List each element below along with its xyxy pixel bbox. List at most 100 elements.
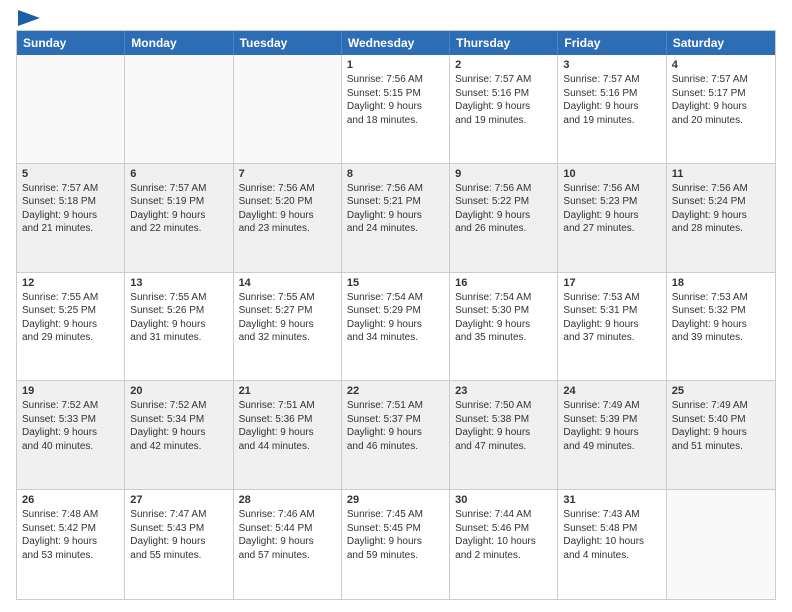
day-cell-20: 20Sunrise: 7:52 AMSunset: 5:34 PMDayligh… — [125, 381, 233, 489]
cell-info-line: Sunrise: 7:48 AM — [22, 508, 119, 522]
day-number: 27 — [130, 494, 227, 506]
cell-info-line: Daylight: 9 hours — [672, 426, 770, 440]
calendar: SundayMondayTuesdayWednesdayThursdayFrid… — [16, 30, 776, 600]
cell-info-line: and 42 minutes. — [130, 440, 227, 454]
cell-info-line: Sunset: 5:29 PM — [347, 304, 444, 318]
header — [16, 12, 776, 22]
day-number: 21 — [239, 385, 336, 397]
day-cell-26: 26Sunrise: 7:48 AMSunset: 5:42 PMDayligh… — [17, 490, 125, 599]
cell-info-line: Sunrise: 7:52 AM — [130, 399, 227, 413]
cell-info-line: Sunrise: 7:55 AM — [22, 291, 119, 305]
day-cell-31: 31Sunrise: 7:43 AMSunset: 5:48 PMDayligh… — [558, 490, 666, 599]
cell-info-line: and 19 minutes. — [563, 114, 660, 128]
day-cell-11: 11Sunrise: 7:56 AMSunset: 5:24 PMDayligh… — [667, 164, 775, 272]
day-cell-15: 15Sunrise: 7:54 AMSunset: 5:29 PMDayligh… — [342, 273, 450, 381]
day-cell-14: 14Sunrise: 7:55 AMSunset: 5:27 PMDayligh… — [234, 273, 342, 381]
cell-info-line: and 29 minutes. — [22, 331, 119, 345]
cell-info-line: Sunset: 5:48 PM — [563, 522, 660, 536]
cell-info-line: and 35 minutes. — [455, 331, 552, 345]
cell-info-line: Sunset: 5:15 PM — [347, 87, 444, 101]
weekday-header-thursday: Thursday — [450, 31, 558, 55]
day-cell-16: 16Sunrise: 7:54 AMSunset: 5:30 PMDayligh… — [450, 273, 558, 381]
cell-info-line: and 19 minutes. — [455, 114, 552, 128]
day-number: 25 — [672, 385, 770, 397]
cell-info-line: Sunset: 5:45 PM — [347, 522, 444, 536]
day-cell-29: 29Sunrise: 7:45 AMSunset: 5:45 PMDayligh… — [342, 490, 450, 599]
logo-flag-icon — [18, 10, 40, 26]
cell-info-line: Daylight: 9 hours — [130, 318, 227, 332]
day-cell-1: 1 Sunrise: 7:56 AMSunset: 5:15 PMDaylight… — [342, 55, 450, 163]
cell-info-line: Sunrise: 7:55 AM — [239, 291, 336, 305]
calendar-row-2: 5Sunrise: 7:57 AMSunset: 5:18 PMDaylight… — [17, 164, 775, 273]
cell-info-line: Daylight: 9 hours — [239, 318, 336, 332]
cell-info-line: Sunrise: 7:44 AM — [455, 508, 552, 522]
calendar-row-1: 1 Sunrise: 7:56 AMSunset: 5:15 PMDaylight… — [17, 55, 775, 164]
cell-info-line: Sunrise: 7:57 AM — [130, 182, 227, 196]
cell-info-line: Daylight: 9 hours — [22, 318, 119, 332]
cell-info-line: and 53 minutes. — [22, 549, 119, 563]
cell-info-line: and 26 minutes. — [455, 222, 552, 236]
cell-info-line: Daylight: 9 hours — [239, 535, 336, 549]
day-number: 29 — [347, 494, 444, 506]
day-number: 22 — [347, 385, 444, 397]
cell-info-line: Sunrise: 7:56 AM — [347, 73, 444, 87]
cell-info-line: Sunrise: 7:47 AM — [130, 508, 227, 522]
day-number: 17 — [563, 277, 660, 289]
cell-info-line: Sunset: 5:26 PM — [130, 304, 227, 318]
cell-info-line: Daylight: 9 hours — [239, 209, 336, 223]
cell-info-line: Sunrise: 7:46 AM — [239, 508, 336, 522]
cell-info-line: and 27 minutes. — [563, 222, 660, 236]
cell-info-line: Sunrise: 7:56 AM — [563, 182, 660, 196]
cell-info-line: Sunset: 5:20 PM — [239, 195, 336, 209]
cell-info-line: Sunrise: 7:49 AM — [563, 399, 660, 413]
day-cell-24: 24Sunrise: 7:49 AMSunset: 5:39 PMDayligh… — [558, 381, 666, 489]
cell-info-line: Daylight: 9 hours — [455, 209, 552, 223]
cell-info-line: Sunrise: 7:57 AM — [22, 182, 119, 196]
cell-info-line: Daylight: 9 hours — [563, 318, 660, 332]
day-number: 10 — [563, 168, 660, 180]
cell-info-line: Sunset: 5:23 PM — [563, 195, 660, 209]
cell-info-line: Sunrise: 7:54 AM — [455, 291, 552, 305]
cell-info-line: Sunset: 5:34 PM — [130, 413, 227, 427]
cell-info-line: Sunset: 5:17 PM — [672, 87, 770, 101]
weekday-header-tuesday: Tuesday — [234, 31, 342, 55]
cell-info-line: Sunrise: 7:53 AM — [563, 291, 660, 305]
day-number: 3 — [563, 59, 660, 71]
cell-info-line: Daylight: 9 hours — [130, 535, 227, 549]
cell-info-line: and 49 minutes. — [563, 440, 660, 454]
cell-info-line: Sunrise: 7:55 AM — [130, 291, 227, 305]
cell-info-line: Sunrise: 7:57 AM — [672, 73, 770, 87]
cell-info-line: Sunrise: 7:43 AM — [563, 508, 660, 522]
day-number: 26 — [22, 494, 119, 506]
cell-info-line: Sunrise: 7:56 AM — [672, 182, 770, 196]
day-cell-28: 28Sunrise: 7:46 AMSunset: 5:44 PMDayligh… — [234, 490, 342, 599]
cell-info-line: Sunset: 5:40 PM — [672, 413, 770, 427]
cell-info-line: Daylight: 9 hours — [347, 426, 444, 440]
day-number: 4 — [672, 59, 770, 71]
cell-info-line: Sunset: 5:27 PM — [239, 304, 336, 318]
day-number: 5 — [22, 168, 119, 180]
day-cell-10: 10Sunrise: 7:56 AMSunset: 5:23 PMDayligh… — [558, 164, 666, 272]
day-cell-19: 19Sunrise: 7:52 AMSunset: 5:33 PMDayligh… — [17, 381, 125, 489]
cell-info-line: Daylight: 10 hours — [563, 535, 660, 549]
calendar-row-3: 12Sunrise: 7:55 AMSunset: 5:25 PMDayligh… — [17, 273, 775, 382]
cell-info-line: Daylight: 9 hours — [347, 100, 444, 114]
day-cell-27: 27Sunrise: 7:47 AMSunset: 5:43 PMDayligh… — [125, 490, 233, 599]
cell-info-line: Sunset: 5:37 PM — [347, 413, 444, 427]
weekday-header-friday: Friday — [558, 31, 666, 55]
day-number: 16 — [455, 277, 552, 289]
day-cell-9: 9Sunrise: 7:56 AMSunset: 5:22 PMDaylight… — [450, 164, 558, 272]
cell-info-line: Sunset: 5:16 PM — [563, 87, 660, 101]
cell-info-line: Sunset: 5:25 PM — [22, 304, 119, 318]
cell-info-line: Sunset: 5:46 PM — [455, 522, 552, 536]
day-number: 20 — [130, 385, 227, 397]
cell-info-line: Sunset: 5:31 PM — [563, 304, 660, 318]
cell-info-line: Daylight: 9 hours — [347, 209, 444, 223]
cell-info-line: Sunrise: 7:49 AM — [672, 399, 770, 413]
weekday-header-sunday: Sunday — [17, 31, 125, 55]
cell-info-line: Sunrise: 7:52 AM — [22, 399, 119, 413]
empty-cell — [17, 55, 125, 163]
day-number: 1 — [347, 59, 444, 71]
cell-info-line: and 4 minutes. — [563, 549, 660, 563]
weekday-header-saturday: Saturday — [667, 31, 775, 55]
